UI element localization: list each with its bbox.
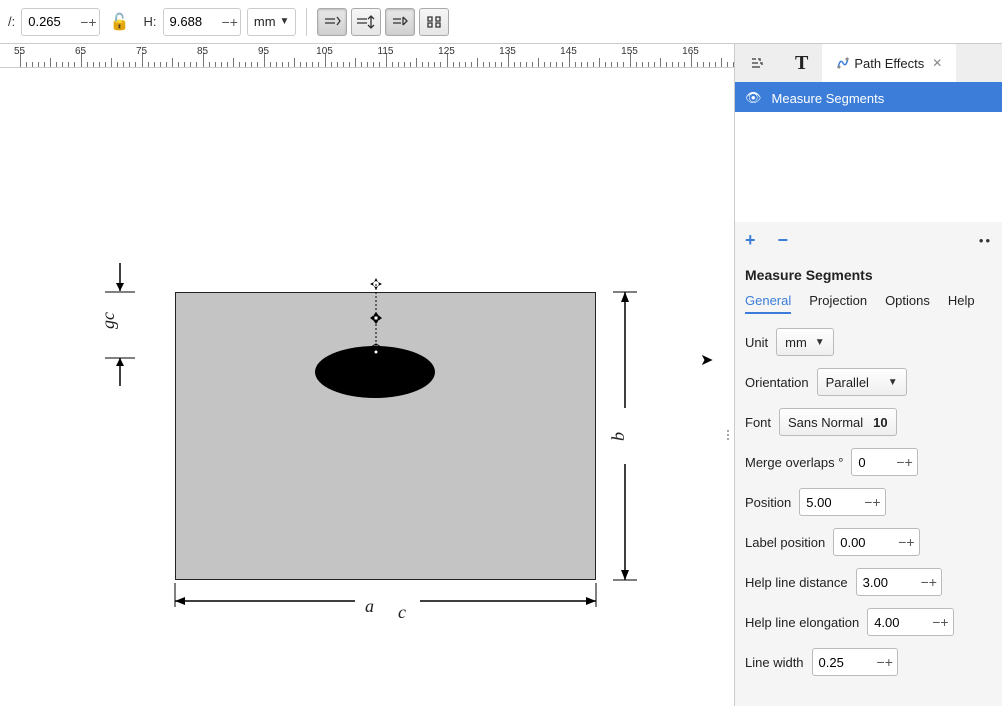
merge-label: Merge overlaps ° <box>745 455 843 470</box>
position-input[interactable]: −+ <box>799 488 885 516</box>
effect-ops: + − •• <box>735 222 1002 259</box>
effect-name: Measure Segments <box>772 91 885 106</box>
labelpos-spinner[interactable]: −+ <box>894 534 918 550</box>
merge-input[interactable]: −+ <box>851 448 917 476</box>
affect-rotate-toggle[interactable] <box>385 8 415 36</box>
width-field[interactable] <box>22 14 78 29</box>
dim-label-gc: gc <box>98 312 119 329</box>
merge-field[interactable] <box>852 455 892 470</box>
labelpos-field[interactable] <box>834 535 894 550</box>
panel-resize-grip[interactable] <box>722 430 734 440</box>
width-label: /: <box>8 14 15 29</box>
unit-label: Unit <box>745 335 768 350</box>
canvas-area[interactable]: gc b a c ➤ <box>0 68 734 706</box>
helpdist-label: Help line distance <box>745 575 848 590</box>
linewidth-spinner[interactable]: −+ <box>873 654 897 670</box>
font-value: Sans Normal <box>788 415 863 430</box>
helpelong-label: Help line elongation <box>745 615 859 630</box>
transform-toggle-group <box>317 8 449 36</box>
affect-pattern-icon <box>425 13 443 31</box>
unit-select[interactable]: mm ▼ <box>776 328 834 356</box>
close-icon[interactable]: ✕ <box>932 56 942 70</box>
orientation-select[interactable]: Parallel ▼ <box>817 368 907 396</box>
dim-label-c: c <box>398 602 406 623</box>
add-effect-button[interactable]: + <box>745 230 756 251</box>
labelpos-input[interactable]: −+ <box>833 528 919 556</box>
panel-section-title: Measure Segments <box>735 259 1002 287</box>
width-spinner[interactable]: −+ <box>78 14 98 30</box>
tab-path-effects[interactable]: Path Effects ✕ <box>822 44 956 82</box>
remove-effect-button[interactable]: − <box>778 230 789 251</box>
helpdist-spinner[interactable]: −+ <box>917 574 941 590</box>
subtab-general[interactable]: General <box>745 293 791 314</box>
labelpos-label: Label position <box>745 535 825 550</box>
subtab-help[interactable]: Help <box>948 293 975 314</box>
affect-scale-toggle[interactable] <box>351 8 381 36</box>
tool-options-toolbar: /: −+ 🔓 H: −+ mm ▼ <box>0 0 1002 44</box>
linewidth-label: Line width <box>745 655 804 670</box>
effect-list-item[interactable]: 👁 Measure Segments <box>735 84 1002 112</box>
font-button[interactable]: Sans Normal 10 <box>779 408 897 436</box>
helpdist-field[interactable] <box>857 575 917 590</box>
mouse-cursor-icon: ➤ <box>700 350 713 370</box>
visibility-eye-icon[interactable]: 👁 <box>745 90 762 106</box>
unit-value: mm <box>254 14 276 29</box>
helpelong-field[interactable] <box>868 615 928 630</box>
helpelong-input[interactable]: −+ <box>867 608 953 636</box>
affect-pattern-toggle[interactable] <box>419 8 449 36</box>
helpdist-input[interactable]: −+ <box>856 568 942 596</box>
position-label: Position <box>745 495 791 510</box>
affect-move-toggle[interactable] <box>317 8 347 36</box>
position-spinner[interactable]: −+ <box>860 494 884 510</box>
height-spinner[interactable]: −+ <box>220 14 240 30</box>
width-input[interactable]: −+ <box>21 8 99 36</box>
dim-label-a: a <box>365 596 374 617</box>
subtab-options[interactable]: Options <box>885 293 930 314</box>
unit-dropdown[interactable]: mm ▼ <box>247 8 297 36</box>
tab-path-effects-label: Path Effects <box>854 56 924 71</box>
dimension-bottom <box>170 583 602 623</box>
helpelong-spinner[interactable]: −+ <box>928 614 952 630</box>
subtabs: General Projection Options Help <box>735 287 1002 320</box>
tab-layers[interactable] <box>735 44 781 82</box>
position-field[interactable] <box>800 495 860 510</box>
affect-rotate-icon <box>391 13 409 31</box>
linewidth-input[interactable]: −+ <box>812 648 898 676</box>
font-size: 10 <box>873 415 887 430</box>
rectangle-shape[interactable] <box>175 292 596 580</box>
more-menu-icon[interactable]: •• <box>979 233 992 248</box>
chevron-down-icon: ▼ <box>815 337 825 348</box>
height-field[interactable] <box>164 14 220 29</box>
chevron-down-icon: ▼ <box>280 16 290 27</box>
path-effects-icon <box>836 56 850 70</box>
merge-spinner[interactable]: −+ <box>892 454 916 470</box>
panel-tabs: T Path Effects ✕ <box>735 44 1002 84</box>
affect-scale-icon <box>357 13 375 31</box>
linewidth-field[interactable] <box>813 655 873 670</box>
tab-text[interactable]: T <box>781 44 822 82</box>
dim-label-b: b <box>608 432 629 441</box>
orientation-label: Orientation <box>745 375 809 390</box>
affect-move-icon <box>323 13 341 31</box>
general-form: Unit mm ▼ Orientation Parallel ▼ Font Sa… <box>735 320 1002 684</box>
height-label: H: <box>144 14 157 29</box>
orientation-value: Parallel <box>826 375 869 390</box>
chevron-down-icon: ▼ <box>888 377 898 388</box>
separator <box>306 8 307 36</box>
height-input[interactable]: −+ <box>163 8 241 36</box>
unit-select-value: mm <box>785 335 807 350</box>
font-label: Font <box>745 415 771 430</box>
text-icon: T <box>795 52 808 75</box>
layers-icon <box>749 54 767 72</box>
subtab-projection[interactable]: Projection <box>809 293 867 314</box>
side-panel: T Path Effects ✕ 👁 Measure Segments + − … <box>734 44 1002 706</box>
effect-list[interactable] <box>735 112 1002 222</box>
selection-handles <box>368 280 384 360</box>
lock-aspect-icon[interactable]: 🔓 <box>106 12 134 32</box>
